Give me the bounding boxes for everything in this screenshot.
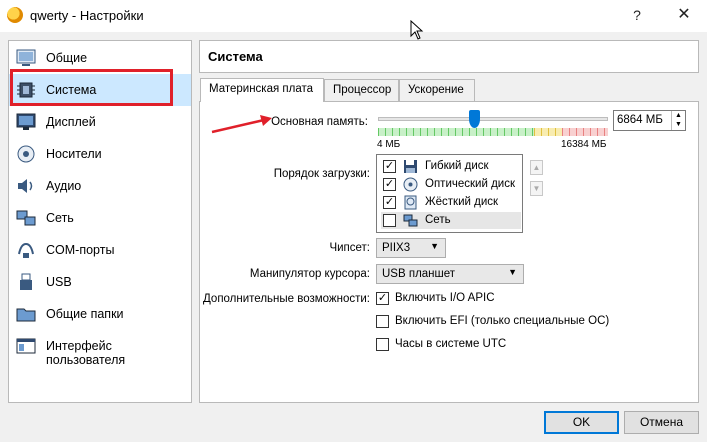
memory-min-label: 4 МБ: [377, 139, 401, 150]
optical-disc-icon: [403, 177, 418, 192]
memory-spinbox[interactable]: 6864 МБ ▲ ▼: [613, 110, 686, 131]
page-title: Система: [208, 49, 263, 64]
hard-disk-icon: [404, 195, 417, 210]
network-icon: [16, 210, 36, 226]
boot-item-label: Сеть: [425, 214, 451, 226]
list-item[interactable]: ✓ Жёсткий диск: [381, 194, 521, 211]
help-button[interactable]: ?: [614, 0, 660, 32]
sidebar-item-audio[interactable]: Аудио: [9, 170, 191, 202]
move-up-button[interactable]: ▲: [530, 160, 543, 175]
network-boot-icon: [403, 214, 418, 227]
audio-icon: [18, 179, 33, 193]
window-title: qwerty - Настройки: [30, 8, 144, 23]
cancel-button[interactable]: Отмена: [624, 411, 699, 434]
serial-port-icon: [18, 242, 34, 258]
sidebar-item-label: Интерфейс пользователя: [46, 339, 126, 367]
user-interface-icon: [16, 338, 36, 354]
move-down-button[interactable]: ▼: [530, 181, 543, 196]
boot-order-list[interactable]: ✓ Гибкий диск ✓ Оптический диск ✓ Жёстки…: [376, 154, 523, 233]
annotation-arrow-icon: [211, 115, 272, 134]
chipset-select[interactable]: PIIX3 ▼: [376, 238, 446, 258]
io-apic-label: Включить I/O APIC: [395, 292, 495, 304]
sidebar-item-label: Общие: [46, 51, 88, 65]
chipset-label: Чипсет:: [329, 242, 370, 254]
sidebar-item-label: USB: [46, 275, 72, 289]
efi-checkbox[interactable]: [376, 315, 389, 328]
motherboard-panel: [199, 101, 699, 403]
memory-scale: [378, 128, 608, 136]
chipset-value: PIIX3: [382, 242, 411, 254]
sidebar-item-label: Сеть: [46, 211, 74, 225]
sidebar-item-label: Носители: [46, 147, 102, 161]
sidebar-item-shared-folders[interactable]: Общие папки: [9, 298, 191, 330]
sidebar-item-label: Аудио: [46, 179, 82, 193]
boot-floppy-checkbox[interactable]: ✓: [383, 160, 396, 173]
memory-slider-track[interactable]: [378, 117, 608, 121]
io-apic-checkbox[interactable]: ✓: [376, 292, 389, 305]
close-button[interactable]: ✕: [661, 0, 707, 32]
tab-acceleration[interactable]: Ускорение: [399, 79, 475, 101]
tab-processor[interactable]: Процессор: [324, 79, 399, 101]
floppy-icon: [404, 160, 417, 173]
extended-features-label: Дополнительные возможности:: [203, 293, 370, 305]
memory-label: Основная память:: [271, 116, 368, 128]
sidebar-item-storage[interactable]: Носители: [9, 138, 191, 170]
page-header: Система: [199, 40, 699, 73]
boot-network-checkbox[interactable]: [383, 214, 396, 227]
list-item[interactable]: ✓ Гибкий диск: [381, 158, 521, 175]
pointing-device-select[interactable]: USB планшет ▼: [376, 264, 524, 284]
memory-max-label: 16384 МБ: [561, 139, 607, 150]
tab-motherboard[interactable]: Материнская плата: [200, 78, 324, 102]
storage-icon: [17, 145, 35, 163]
chevron-down-icon: ▼: [508, 267, 517, 277]
list-item[interactable]: ✓ Оптический диск: [381, 176, 521, 193]
ok-button[interactable]: OK: [544, 411, 619, 434]
selection-highlight-box: [10, 69, 173, 106]
sidebar-item-network[interactable]: Сеть: [9, 202, 191, 234]
boot-item-label: Гибкий диск: [425, 160, 489, 172]
app-icon: [7, 7, 23, 23]
memory-slider-thumb[interactable]: [468, 110, 480, 128]
memory-value: 6864 МБ: [617, 114, 663, 126]
sidebar-item-label: Общие папки: [46, 307, 124, 321]
boot-order-label: Порядок загрузки:: [273, 168, 370, 180]
sidebar-item-label: Дисплей: [46, 115, 96, 129]
title-bar: qwerty - Настройки ? ✕: [0, 0, 707, 32]
sidebar-item-label: COM-порты: [46, 243, 115, 257]
sidebar-item-display[interactable]: Дисплей: [9, 106, 191, 138]
sidebar-item-usb[interactable]: USB: [9, 266, 191, 298]
pointing-device-value: USB планшет: [382, 268, 456, 280]
boot-item-label: Оптический диск: [425, 178, 515, 190]
mouse-cursor-icon: [410, 20, 424, 40]
display-icon: [16, 113, 36, 130]
list-item[interactable]: Сеть: [381, 212, 521, 229]
spin-arrows-icon[interactable]: ▲ ▼: [671, 111, 685, 130]
utc-checkbox[interactable]: [376, 338, 389, 351]
efi-label: Включить EFI (только специальные ОС): [395, 315, 610, 327]
boot-item-label: Жёсткий диск: [425, 196, 499, 208]
pointing-device-label: Манипулятор курсора:: [249, 268, 370, 280]
chevron-down-icon: ▼: [430, 241, 439, 251]
sidebar-item-com-ports[interactable]: COM-порты: [9, 234, 191, 266]
general-icon: [16, 49, 36, 66]
boot-hdd-checkbox[interactable]: ✓: [383, 196, 396, 209]
usb-icon: [20, 273, 32, 290]
sidebar-item-user-interface[interactable]: Интерфейс пользователя: [9, 330, 191, 367]
shared-folders-icon: [16, 308, 36, 322]
boot-optical-checkbox[interactable]: ✓: [383, 178, 396, 191]
utc-label: Часы в системе UTC: [395, 338, 507, 350]
